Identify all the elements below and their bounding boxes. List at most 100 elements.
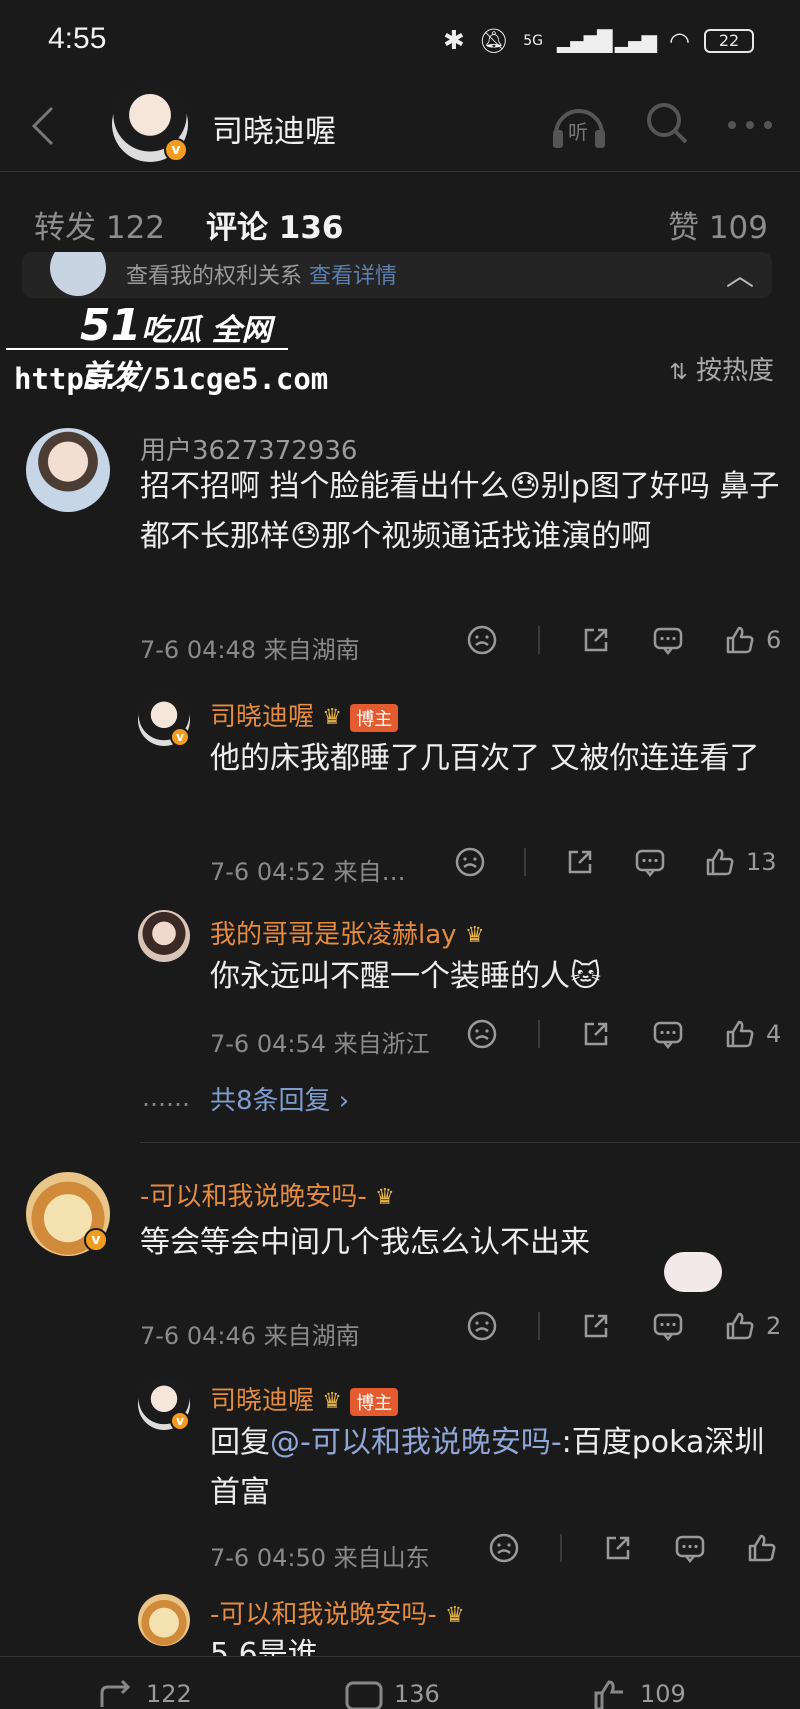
thumbs-up-icon xyxy=(726,1312,754,1340)
tab-comments[interactable]: 评论 136 xyxy=(206,202,344,247)
top-bar: v 司晓迪喔 听 xyxy=(0,86,800,172)
action-separator xyxy=(538,1020,540,1048)
avatar[interactable] xyxy=(138,1594,190,1646)
comment-meta: 7-6 04:48 来自湖南 xyxy=(140,636,360,664)
reply-button[interactable] xyxy=(652,624,684,656)
watermark-url: https://51cge5.com xyxy=(14,362,329,396)
repost-button[interactable]: 122 xyxy=(96,1679,192,1709)
comment-count: 136 xyxy=(394,1680,440,1708)
comment-button[interactable]: 136 xyxy=(344,1679,440,1709)
dislike-button[interactable] xyxy=(488,1532,520,1564)
like-count: 4 xyxy=(766,1020,782,1048)
comment-divider xyxy=(140,1142,800,1143)
like-button[interactable]: 6 xyxy=(724,624,781,656)
like-count: 13 xyxy=(746,848,777,876)
network-label: 5G xyxy=(523,33,544,49)
more-button[interactable] xyxy=(726,116,774,135)
comment-item: 用户3627372936 招不招啊 挡个脸能看出什么😓别p图了好吗 鼻子都不长那… xyxy=(0,424,800,1124)
listen-label: 听 xyxy=(568,120,588,144)
reply-button[interactable] xyxy=(674,1532,706,1564)
watermark-number: 51 xyxy=(80,300,142,351)
share-button[interactable] xyxy=(580,624,612,656)
dislike-button[interactable] xyxy=(466,624,498,656)
share-icon xyxy=(584,1022,608,1046)
action-separator xyxy=(538,626,540,654)
comment-icon xyxy=(345,1681,383,1709)
sort-button[interactable]: ⇅ 按热度 xyxy=(669,350,774,387)
notice-link[interactable]: 查看详情 xyxy=(309,264,397,289)
like-button[interactable]: 109 xyxy=(590,1679,686,1709)
like-button[interactable]: 13 xyxy=(704,846,777,878)
thumbs-up-icon xyxy=(706,848,734,876)
reply-username[interactable]: 司晓迪喔 xyxy=(210,1386,314,1416)
like-button[interactable]: 4 xyxy=(724,1018,781,1050)
search-button[interactable] xyxy=(644,100,690,150)
share-button[interactable] xyxy=(580,1310,612,1342)
like-button[interactable] xyxy=(746,1532,778,1564)
status-bar: 4:55 ✱ 🔕︎ 5G ▂▄▆█ ▂▄▆ ◠ 22 xyxy=(0,0,800,86)
reply-username[interactable]: 我的哥哥是张凌赫lay xyxy=(210,920,457,950)
reply-username[interactable]: 司晓迪喔 xyxy=(210,702,314,732)
avatar[interactable] xyxy=(26,428,110,512)
frown-icon xyxy=(455,847,485,877)
tab-reposts[interactable]: 转发 122 xyxy=(34,202,165,247)
comment-username[interactable]: -可以和我说晚安吗- xyxy=(140,1182,367,1212)
reply-meta: 7-6 04:50 来自山东 xyxy=(210,1544,430,1572)
notice-banner[interactable]: 查看我的权利关系 查看详情 ︿ xyxy=(22,252,772,298)
share-icon xyxy=(584,1314,608,1338)
comment-text: 等会等会中间几个我怎么认不出来 xyxy=(140,1225,590,1260)
like-count: 6 xyxy=(766,626,782,654)
comment-icon xyxy=(653,1021,683,1050)
share-icon xyxy=(584,628,608,652)
share-button[interactable] xyxy=(564,846,596,878)
comment-icon xyxy=(653,627,683,656)
cat-sticker-icon xyxy=(664,1252,722,1292)
action-separator xyxy=(538,1312,540,1340)
reply-prefix: 回复 xyxy=(210,1425,270,1460)
repost-icon xyxy=(100,1679,131,1707)
reply-button[interactable] xyxy=(634,846,666,878)
share-button[interactable] xyxy=(580,1018,612,1050)
mention-link[interactable]: @-可以和我说晚安吗- xyxy=(270,1425,562,1460)
reply-button[interactable] xyxy=(652,1018,684,1050)
frown-icon xyxy=(489,1533,519,1563)
verified-badge-icon: v xyxy=(84,1228,108,1252)
more-replies-link[interactable]: 共8条回复 › xyxy=(210,1080,349,1117)
reply-button[interactable] xyxy=(652,1310,684,1342)
notice-icon xyxy=(50,252,106,296)
thumbs-up-icon xyxy=(748,1534,776,1562)
crown-icon: ♛ xyxy=(322,705,343,730)
sort-label: 按热度 xyxy=(695,356,774,386)
share-icon xyxy=(606,1536,630,1560)
tab-likes[interactable]: 赞 109 xyxy=(668,202,768,247)
repost-count: 122 xyxy=(146,1680,192,1708)
listen-button[interactable]: 听 xyxy=(550,100,608,150)
dislike-button[interactable] xyxy=(454,846,486,878)
thumbs-up-icon xyxy=(726,1020,754,1048)
reply-text: 你永远叫不醒一个装睡的人🐱 xyxy=(210,959,602,994)
more-dots: …… xyxy=(142,1084,190,1112)
mute-bell-icon: 🔕︎ xyxy=(478,27,510,55)
close-icon[interactable]: ︿ xyxy=(726,254,754,294)
comment-meta: 7-6 04:46 来自湖南 xyxy=(140,1322,360,1350)
share-button[interactable] xyxy=(602,1532,634,1564)
search-icon xyxy=(647,103,688,144)
crown-icon: ♛ xyxy=(375,1185,395,1210)
dislike-button[interactable] xyxy=(466,1018,498,1050)
status-time: 4:55 xyxy=(48,22,107,55)
wifi-icon: ◠ xyxy=(669,27,690,55)
like-button[interactable]: 2 xyxy=(724,1310,781,1342)
thumbs-up-icon xyxy=(594,1680,623,1709)
dislike-button[interactable] xyxy=(466,1310,498,1342)
frown-icon xyxy=(467,1311,497,1341)
watermark-line xyxy=(6,348,288,350)
comment-icon xyxy=(653,1313,683,1342)
watermark: 51吃瓜 全网首发 https://51cge5.com xyxy=(0,298,328,408)
host-badge: 博主 xyxy=(350,1387,399,1416)
reply-username[interactable]: -可以和我说晚安吗- xyxy=(210,1600,437,1630)
avatar[interactable] xyxy=(138,910,190,962)
reply-meta: 7-6 04:54 来自浙江 xyxy=(210,1030,430,1058)
battery-indicator: 22 xyxy=(704,29,754,53)
back-button[interactable] xyxy=(28,104,58,152)
host-badge: 博主 xyxy=(350,703,399,732)
